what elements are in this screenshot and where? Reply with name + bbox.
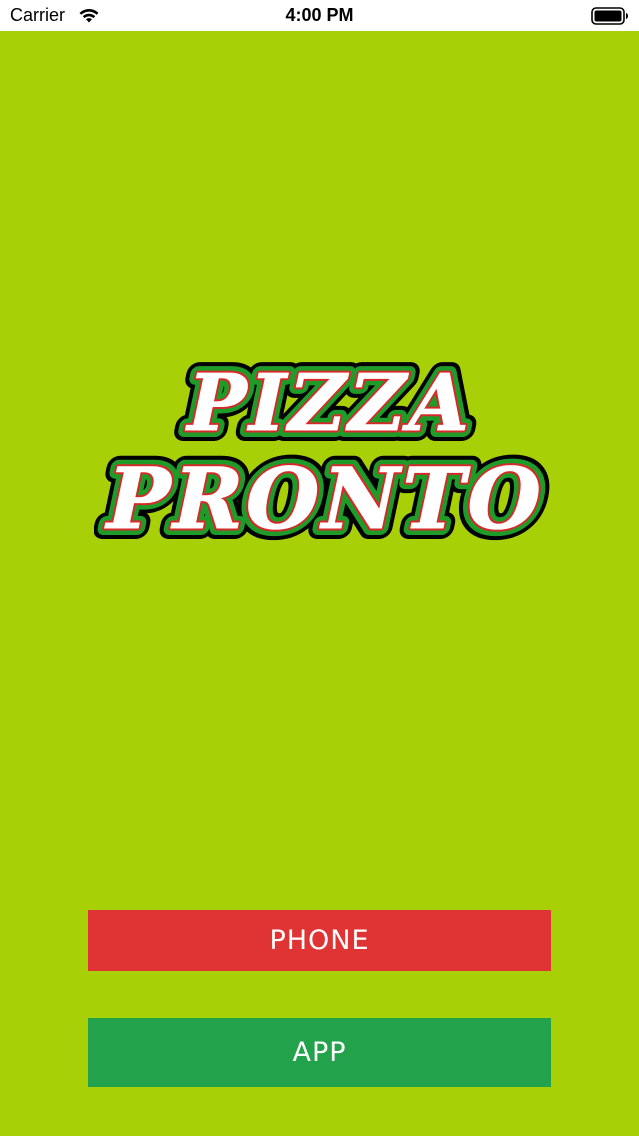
battery-icon <box>591 7 628 25</box>
app-button[interactable]: APP <box>88 1018 551 1087</box>
logo-line2: PRONTO <box>96 450 554 549</box>
status-time: 4:00 PM <box>285 5 354 25</box>
screen: Carrier 4:00 PM PIZZA PIZZA PIZZA PIZZA … <box>0 0 639 1136</box>
phone-button[interactable]: PHONE <box>88 910 551 971</box>
pizza-pronto-logo: PIZZA PIZZA PIZZA PIZZA PRONTO PRONTO PR… <box>94 350 554 560</box>
logo-line1: PIZZA <box>178 357 482 449</box>
status-bar: Carrier 4:00 PM <box>0 0 639 31</box>
